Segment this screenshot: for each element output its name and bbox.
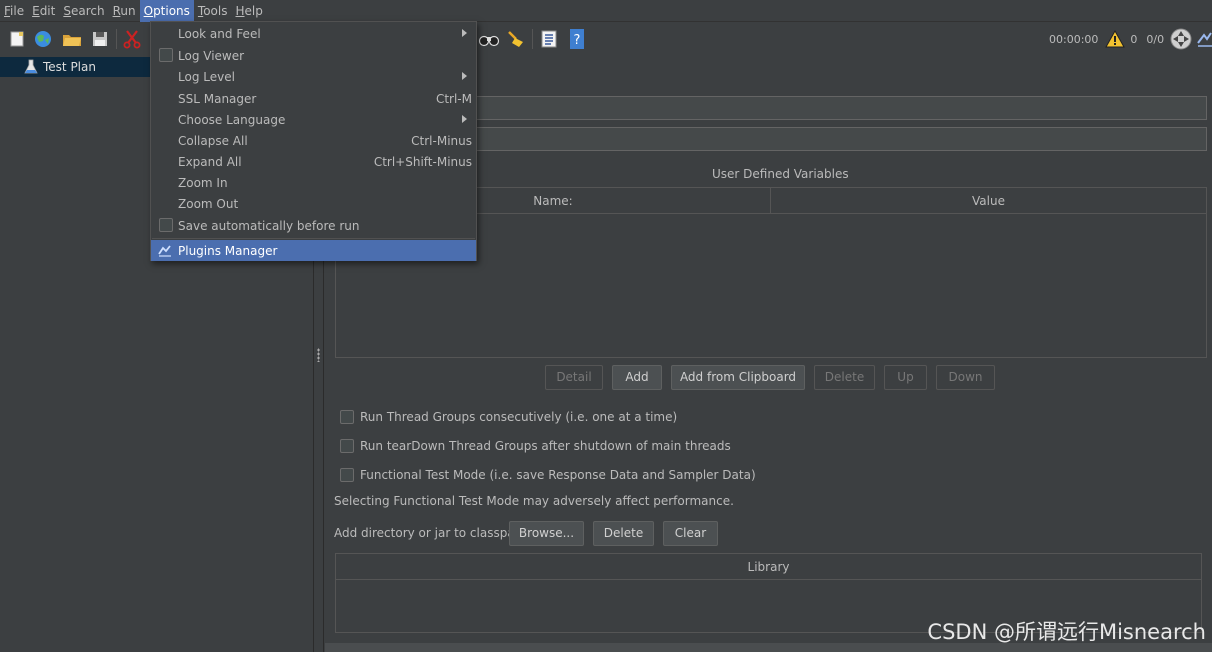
templates-icon[interactable] (32, 28, 54, 50)
submenu-arrow-icon (462, 72, 467, 80)
detail-button[interactable]: Detail (545, 365, 603, 390)
menu-run-label: un (120, 3, 136, 18)
menu-item-choose-language[interactable]: Choose Language (151, 109, 476, 130)
tree-node-label: Test Plan (43, 60, 96, 74)
browse-button[interactable]: Browse... (509, 521, 584, 546)
watermark: CSDN @所谓远行Misnearch (927, 620, 1206, 644)
menu-item-zoom-in[interactable]: Zoom In (151, 172, 476, 193)
classpath-clear-button[interactable]: Clear (663, 521, 718, 546)
menu-item-look-and-feel[interactable]: Look and Feel (151, 23, 476, 44)
checkbox-icon[interactable] (159, 48, 173, 62)
submenu-arrow-icon (462, 29, 467, 37)
menu-bar: File Edit Search Run Options Tools Help (0, 0, 1212, 22)
menu-item-shortcut: Ctrl-M (435, 91, 472, 106)
warning-icon[interactable] (1105, 30, 1126, 48)
plugins-manager-icon (158, 245, 171, 257)
splitter-grip-icon (317, 348, 320, 362)
menu-search[interactable]: Search (59, 0, 108, 22)
menu-item-collapse-all[interactable]: Collapse All Ctrl-Minus (151, 130, 476, 151)
menu-help-label: elp (244, 3, 263, 18)
checkbox-box[interactable] (340, 439, 354, 453)
new-file-icon[interactable] (6, 28, 28, 50)
column-value[interactable]: Value (771, 188, 1206, 214)
library-header: Library (336, 554, 1201, 580)
elapsed-timer: 00:00:00 (1049, 32, 1099, 46)
menu-search-label: earch (70, 3, 105, 18)
help-icon[interactable]: ? (566, 28, 588, 50)
menu-item-label: Save automatically before run (178, 218, 360, 233)
checkbox-label: Run tearDown Thread Groups after shutdow… (360, 439, 731, 453)
run-teardown-checkbox[interactable]: Run tearDown Thread Groups after shutdow… (340, 439, 731, 453)
status-area: 00:00:00 0 0/0 (1049, 23, 1212, 55)
up-button[interactable]: Up (884, 365, 927, 390)
checkbox-icon[interactable] (159, 218, 173, 232)
broom-icon[interactable] (505, 28, 527, 50)
menu-item-plugins-manager[interactable]: Plugins Manager (151, 240, 476, 261)
down-button[interactable]: Down (936, 365, 995, 390)
menu-edit[interactable]: Edit (28, 0, 59, 22)
warning-count: 0 (1130, 32, 1138, 46)
menu-tools[interactable]: Tools (194, 0, 232, 22)
menu-item-label: Plugins Manager (178, 243, 278, 258)
menu-item-label: SSL Manager (178, 91, 257, 106)
menu-item-log-viewer[interactable]: Log Viewer (151, 45, 476, 66)
options-dropdown-menu: Look and Feel Log Viewer Log Level SSL M… (150, 21, 477, 261)
flask-icon (24, 59, 38, 74)
svg-text:?: ? (574, 33, 581, 48)
menu-item-label: Log Level (178, 69, 235, 84)
delete-button[interactable]: Delete (814, 365, 875, 390)
menu-separator (152, 238, 475, 239)
user-defined-variables-title: User Defined Variables (712, 167, 849, 181)
menu-item-zoom-out[interactable]: Zoom Out (151, 193, 476, 214)
menu-item-label: Log Viewer (178, 48, 245, 63)
run-consecutively-checkbox[interactable]: Run Thread Groups consecutively (i.e. on… (340, 410, 677, 424)
menu-search-mnemonic: S (63, 3, 71, 18)
submenu-arrow-icon (462, 115, 467, 123)
column-library[interactable]: Library (336, 554, 1201, 580)
menu-item-shortcut: Ctrl-Minus (411, 133, 472, 148)
cut-icon[interactable] (121, 28, 143, 50)
menu-item-log-level[interactable]: Log Level (151, 66, 476, 87)
menu-file-label: ile (10, 3, 25, 18)
menu-options-mnemonic: O (143, 3, 154, 18)
functional-test-mode-checkbox[interactable]: Functional Test Mode (i.e. save Response… (340, 468, 756, 482)
menu-tools-label: ools (203, 3, 228, 18)
checkbox-box[interactable] (340, 410, 354, 424)
checkbox-label: Functional Test Mode (i.e. save Response… (360, 468, 756, 482)
menu-item-ssl-manager[interactable]: SSL Manager Ctrl-M (151, 88, 476, 109)
save-icon[interactable] (89, 28, 111, 50)
binoculars-icon[interactable] (478, 28, 500, 50)
menu-options-label: ptions (153, 3, 190, 18)
menu-help-mnemonic: H (235, 3, 245, 18)
thread-count: 0/0 (1146, 32, 1165, 46)
menu-item-save-automatically[interactable]: Save automatically before run (151, 215, 476, 236)
menu-options[interactable]: Options (139, 0, 194, 22)
open-folder-icon[interactable] (61, 28, 83, 50)
menu-edit-mnemonic: E (32, 3, 40, 18)
menu-item-label: Choose Language (178, 112, 286, 127)
list-icon[interactable] (538, 28, 560, 50)
menu-item-label: Zoom In (178, 175, 228, 190)
menu-run[interactable]: Run (109, 0, 140, 22)
menu-help[interactable]: Help (232, 0, 267, 22)
menu-item-shortcut: Ctrl+Shift-Minus (373, 154, 472, 169)
checkbox-label: Run Thread Groups consecutively (i.e. on… (360, 410, 678, 424)
checkbox-box[interactable] (340, 468, 354, 482)
menu-item-label: Expand All (178, 154, 242, 169)
plugins-manager-toolbar-icon[interactable] (1196, 30, 1212, 48)
menu-item-label: Zoom Out (178, 196, 239, 211)
menu-item-label: Look and Feel (178, 26, 261, 41)
menu-item-expand-all[interactable]: Expand All Ctrl+Shift-Minus (151, 151, 476, 172)
add-from-clipboard-button[interactable]: Add from Clipboard (671, 365, 805, 390)
add-button[interactable]: Add (612, 365, 662, 390)
menu-file[interactable]: File (0, 0, 28, 22)
remote-icon[interactable] (1170, 28, 1192, 50)
functional-mode-note: Selecting Functional Test Mode may adver… (334, 494, 734, 508)
classpath-delete-button[interactable]: Delete (593, 521, 654, 546)
classpath-label: Add directory or jar to classpath (334, 526, 528, 540)
menu-item-label: Collapse All (178, 133, 248, 148)
menu-edit-label: dit (39, 3, 56, 18)
